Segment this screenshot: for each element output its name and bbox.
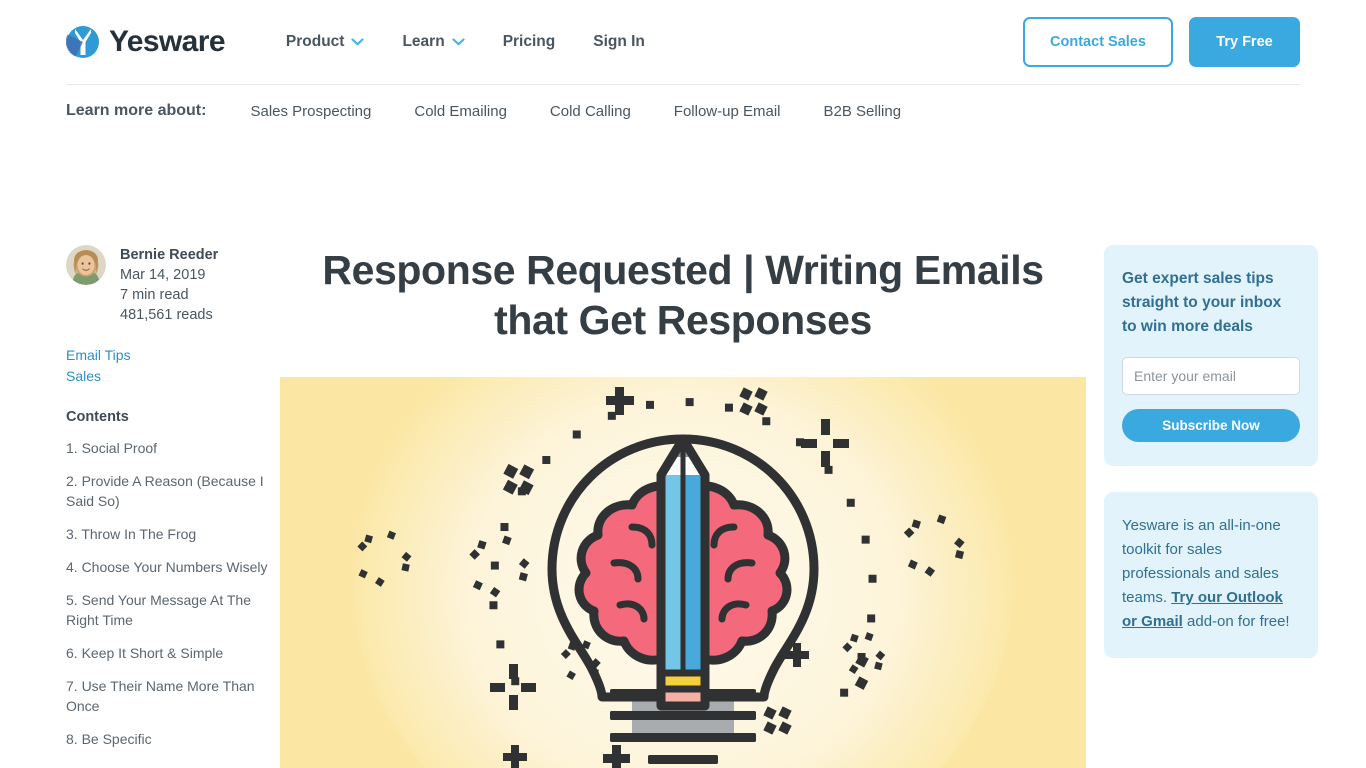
learn-more-label: Learn more about: [66, 102, 207, 119]
nav-item-learn-label: Learn [402, 33, 445, 50]
nav-item-learn[interactable]: Learn [383, 33, 483, 51]
email-field[interactable] [1122, 357, 1300, 395]
read-time: 7 min read [120, 287, 189, 303]
logo-text: Yesware [109, 25, 226, 58]
article-tags: Email Tips Sales [66, 345, 280, 387]
nav-item-pricing[interactable]: Pricing [484, 33, 575, 51]
right-sidebar: Get expert sales tips straight to your i… [1104, 245, 1318, 768]
page-title: Response Requested | Writing Emails that… [322, 247, 1044, 343]
toc-item-3[interactable]: 3. Throw In The Frog [66, 524, 280, 544]
author-block: Bernie Reeder Mar 14, 2019 7 min read 48… [66, 245, 280, 325]
hero-illustration [280, 377, 1086, 768]
toc-item-1[interactable]: 1. Social Proof [66, 438, 280, 458]
article-sidebar: Bernie Reeder Mar 14, 2019 7 min read 48… [66, 245, 280, 768]
table-of-contents: 1. Social Proof 2. Provide A Reason (Bec… [66, 438, 280, 749]
main-nav-links: Product Learn Pricing Sign In [267, 33, 664, 51]
logo[interactable]: Yesware [66, 25, 226, 59]
chevron-down-icon [452, 38, 465, 46]
promo-text-after: add-on for free! [1182, 613, 1290, 630]
newsletter-heading: Get expert sales tips straight to your i… [1122, 270, 1282, 335]
nav-item-product-label: Product [285, 33, 345, 50]
chevron-down-icon [351, 38, 365, 46]
tag-email-tips[interactable]: Email Tips [66, 345, 280, 366]
top-navigation-bar: Yesware Product Learn Pricing Sign In Co… [0, 0, 1366, 84]
promo-text: Yesware is an all-in-one toolkit for sal… [1122, 514, 1300, 634]
toc-item-5[interactable]: 5. Send Your Message At The Right Time [66, 590, 280, 630]
try-free-button[interactable]: Try Free [1189, 17, 1300, 67]
contact-sales-button[interactable]: Contact Sales [1023, 17, 1173, 67]
contents-heading: Contents [66, 409, 129, 425]
promo-card: Yesware is an all-in-one toolkit for sal… [1104, 492, 1318, 658]
subscribe-button[interactable]: Subscribe Now [1122, 409, 1300, 442]
read-count: 481,561 reads [120, 307, 213, 323]
topic-link-cold-emailing[interactable]: Cold Emailing [414, 103, 507, 120]
page-body: Bernie Reeder Mar 14, 2019 7 min read 48… [0, 245, 1366, 768]
toc-item-7[interactable]: 7. Use Their Name More Than Once [66, 676, 280, 716]
lightbulb-brain-pencil-illustration [280, 377, 1086, 768]
nav-item-product[interactable]: Product [267, 33, 384, 51]
topic-link-b2b-selling[interactable]: B2B Selling [824, 103, 902, 120]
article-main: Response Requested | Writing Emails that… [280, 245, 1086, 768]
toc-item-6[interactable]: 6. Keep It Short & Simple [66, 643, 280, 663]
tag-sales[interactable]: Sales [66, 366, 280, 387]
nav-item-pricing-label: Pricing [502, 33, 556, 50]
publish-date: Mar 14, 2019 [120, 267, 206, 283]
author-meta: Bernie Reeder Mar 14, 2019 7 min read 48… [120, 245, 218, 325]
avatar [66, 245, 106, 285]
secondary-navigation-bar: Learn more about: Sales Prospecting Cold… [0, 85, 1366, 137]
nav-action-buttons: Contact Sales Try Free [1023, 17, 1300, 67]
toc-item-8[interactable]: 8. Be Specific [66, 729, 280, 749]
topic-link-sales-prospecting[interactable]: Sales Prospecting [250, 103, 371, 120]
nav-item-sign-in[interactable]: Sign In [574, 33, 664, 51]
newsletter-signup-card: Get expert sales tips straight to your i… [1104, 245, 1318, 466]
toc-item-4[interactable]: 4. Choose Your Numbers Wisely [66, 557, 280, 577]
topic-link-follow-up-email[interactable]: Follow-up Email [674, 103, 781, 120]
topic-link-cold-calling[interactable]: Cold Calling [550, 103, 631, 120]
yesware-y-logo-icon [66, 26, 99, 58]
topic-links: Sales Prospecting Cold Emailing Cold Cal… [250, 103, 901, 120]
toc-item-2[interactable]: 2. Provide A Reason (Because I Said So) [66, 471, 280, 511]
author-name: Bernie Reeder [120, 247, 219, 263]
nav-item-sign-in-label: Sign In [593, 33, 645, 50]
